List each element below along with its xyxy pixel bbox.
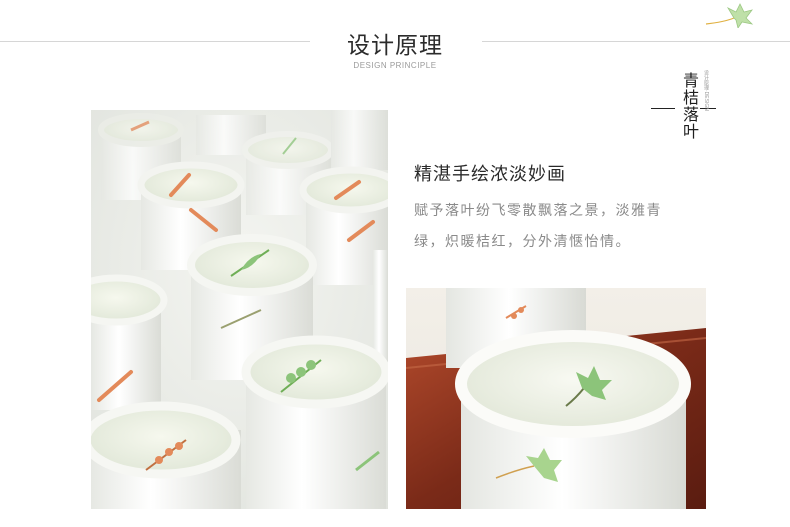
- cup-closeup-illustration: [406, 288, 706, 509]
- brand-divider-left: [651, 108, 675, 109]
- leaf-logo-icon: [705, 3, 754, 28]
- page-subtitle: DESIGN PRINCIPLE: [353, 61, 437, 70]
- body-line-2: 绿，炽暖桔红，分外清惬怡情。: [414, 234, 631, 250]
- brand-fine-print: 设计原理·DESIGN: [703, 70, 709, 111]
- cups-grid-photo: [91, 110, 388, 509]
- body-line-1: 赋予落叶纷飞零散飘落之景，淡雅青: [414, 203, 662, 219]
- brand-name: 青桔落叶: [680, 72, 699, 140]
- cups-grid-illustration: [91, 110, 388, 509]
- header-rule-left: [0, 41, 310, 42]
- cup-closeup-photo: [406, 288, 706, 509]
- page-title: 设计原理: [347, 33, 443, 59]
- section-heading: 精湛手绘浓淡妙画: [414, 164, 566, 185]
- section-body: 赋予落叶纷飞零散飘落之景，淡雅青 绿，炽暖桔红，分外清惬怡情。: [414, 196, 704, 258]
- header-rule-right: [482, 41, 790, 42]
